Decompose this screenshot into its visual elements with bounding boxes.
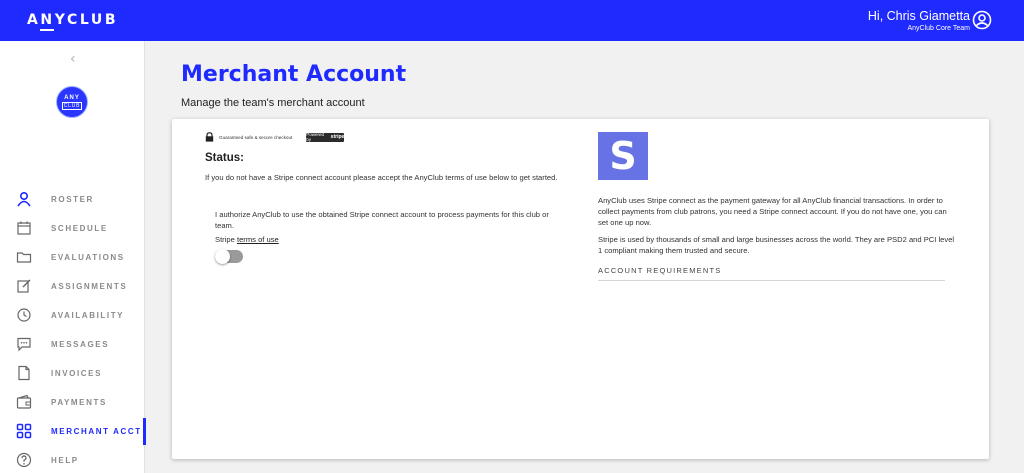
terms-row: Stripe terms of use [215, 235, 279, 244]
sidebar-item-label: AVAILABILITY [51, 311, 125, 320]
sidebar-item-roster[interactable]: ROSTER [0, 185, 145, 214]
sidebar-item-label: HELP [51, 456, 79, 465]
sidebar-item-schedule[interactable]: SCHEDULE [0, 214, 145, 243]
sidebar-item-label: EVALUATIONS [51, 253, 125, 262]
powered-by-stripe-badge: Powered by stripe [306, 132, 345, 142]
folder-icon [16, 252, 32, 263]
sidebar-item-label: ROSTER [51, 195, 94, 204]
sidebar-item-label: SCHEDULE [51, 224, 108, 233]
sidebar-item-assignments[interactable]: ASSIGNMENTS [0, 272, 145, 301]
sidebar-item-help[interactable]: HELP [0, 446, 145, 473]
sidebar: ‹ ANY CLUB ROSTER SCHEDULE EVALUATIONS A… [0, 41, 146, 473]
sidebar-item-label: MERCHANT ACCT [51, 427, 142, 436]
sidebar-item-label: PAYMENTS [51, 398, 107, 407]
grid-icon [16, 423, 32, 439]
authorize-text: I authorize AnyClub to use the obtained … [215, 210, 549, 230]
calendar-icon [17, 221, 31, 235]
user-name: Hi, Chris Giametta [867, 9, 970, 23]
club-avatar[interactable]: ANY CLUB [56, 86, 88, 118]
document-icon [18, 365, 30, 381]
stripe-info-paragraph-1: AnyClub uses Stripe connect as the payme… [598, 196, 947, 227]
authorize-toggle[interactable] [215, 249, 243, 264]
stripe-info-paragraph-2: Stripe is used by thousands of small and… [598, 235, 955, 255]
sidebar-item-messages[interactable]: MESSAGES [0, 330, 145, 359]
status-label: Status: [205, 152, 244, 164]
sidebar-item-evaluations[interactable]: EVALUATIONS [0, 243, 145, 272]
sidebar-item-label: ASSIGNMENTS [51, 282, 128, 291]
powered-by-text: Powered by [306, 132, 325, 142]
toggle-knob [215, 249, 230, 264]
sidebar-item-payments[interactable]: PAYMENTS [0, 388, 145, 417]
sidebar-item-label: MESSAGES [51, 340, 110, 349]
person-icon [17, 191, 31, 207]
wallet-icon [16, 394, 32, 409]
chevron-left-icon[interactable]: ‹ [70, 51, 76, 67]
page-title: Merchant Account [181, 62, 407, 87]
secure-checkout-text: Guaranteed safe & secure checkout [219, 134, 293, 140]
stripe-logo: S [598, 132, 648, 180]
club-avatar-line2: CLUB [62, 102, 82, 110]
edit-icon [17, 279, 31, 293]
account-requirements-header: ACCOUNT REQUIREMENTS [598, 266, 945, 281]
status-text: If you do not have a Stripe connect acco… [205, 173, 558, 182]
chat-icon [17, 337, 31, 352]
top-bar: ANYCLUB Hi, Chris Giametta AnyClub Core … [0, 0, 1024, 41]
sidebar-item-invoices[interactable]: INVOICES [0, 359, 145, 388]
user-circle-icon[interactable] [972, 10, 992, 30]
club-avatar-line1: ANY [64, 95, 80, 101]
sidebar-item-availability[interactable]: AVAILABILITY [0, 301, 145, 330]
terms-of-use-link[interactable]: terms of use [237, 235, 279, 244]
app-logo[interactable]: ANYCLUB [27, 12, 118, 28]
terms-prefix: Stripe [215, 235, 235, 244]
stripe-badge-text: stripe [330, 134, 345, 140]
user-greeting: Hi, Chris Giametta AnyClub Core Team [868, 9, 970, 32]
sidebar-item-merchant-acct[interactable]: MERCHANT ACCT [0, 417, 146, 446]
sidebar-item-label: INVOICES [51, 369, 103, 378]
logo-underline [40, 29, 54, 31]
page-subtitle: Manage the team's merchant account [181, 97, 365, 109]
clock-icon [17, 308, 31, 322]
user-team: AnyClub Core Team [907, 25, 970, 32]
help-icon [16, 452, 32, 468]
lock-icon [205, 132, 214, 142]
merchant-account-card: Guaranteed safe & secure checkout Powere… [172, 119, 989, 459]
secure-checkout-row: Guaranteed safe & secure checkout Powere… [205, 132, 345, 142]
sidebar-nav: ROSTER SCHEDULE EVALUATIONS ASSIGNMENTS … [0, 185, 146, 473]
